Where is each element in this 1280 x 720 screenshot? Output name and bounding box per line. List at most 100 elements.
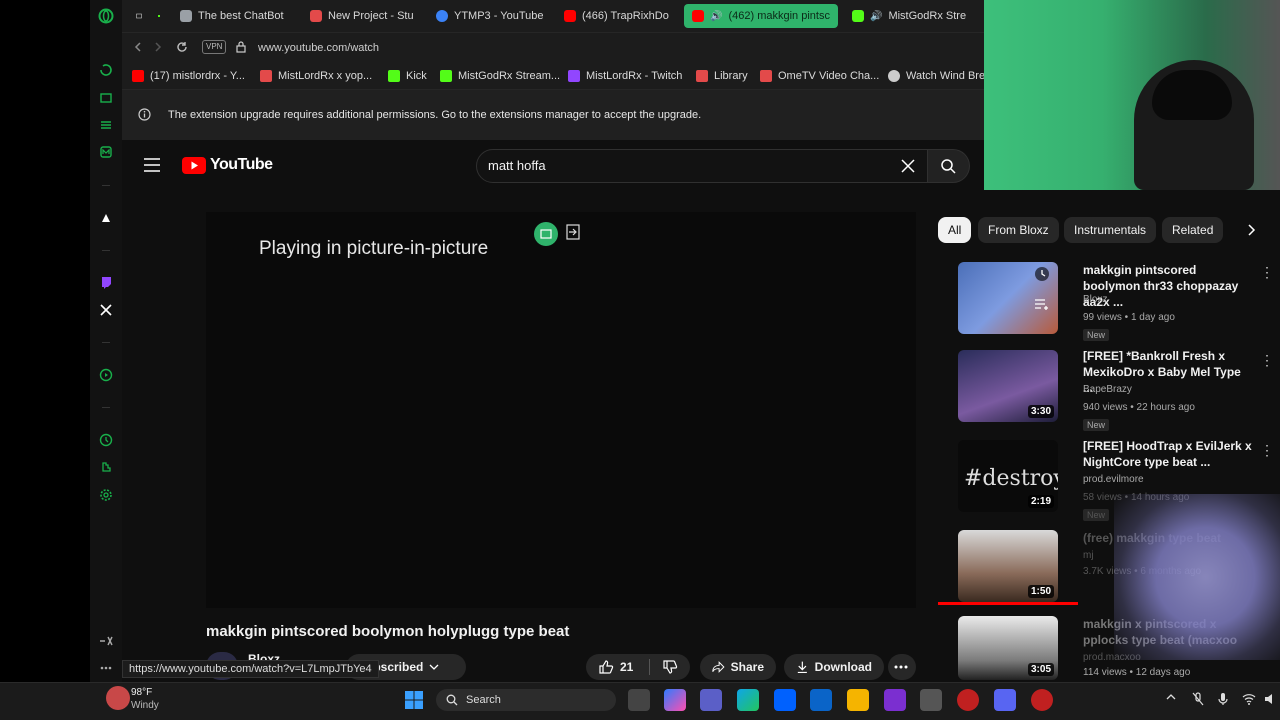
edge-icon[interactable]	[737, 689, 759, 711]
like-button[interactable]: 21	[598, 659, 633, 675]
url-field[interactable]: www.youtube.com/watch	[258, 42, 379, 54]
bookmark-7[interactable]: Watch Wind Brea	[888, 68, 991, 84]
pip-extension-icon[interactable]	[534, 222, 558, 246]
watch-later-clock-icon[interactable]	[1034, 266, 1050, 282]
video-thumbnail[interactable]: 1:50	[958, 530, 1058, 602]
search-button[interactable]	[928, 149, 970, 183]
dropbox-icon[interactable]	[774, 689, 796, 711]
tab-5[interactable]: 🔊 MistGodRx Stre	[844, 4, 984, 28]
speaker-icon[interactable]: 🔊	[710, 11, 722, 22]
tab-4-active[interactable]: 🔊 (462) makkgin pintsc	[684, 4, 838, 28]
outlook-icon[interactable]	[810, 689, 832, 711]
bookmark-5[interactable]: Library	[696, 68, 748, 84]
opera-logo-icon[interactable]	[97, 7, 115, 25]
chip-instrumentals[interactable]: Instrumentals	[1064, 217, 1157, 243]
bookmark-2[interactable]: Kick	[388, 68, 427, 84]
list-item[interactable]: 3:30 [FREE] *Bankroll Fresh x MexikoDro …	[938, 349, 1280, 440]
tab-kick-pinned[interactable]	[150, 4, 168, 28]
video-thumbnail[interactable]: 3:30	[958, 350, 1058, 422]
recommendation-channel[interactable]: prod.evilmore	[1083, 474, 1144, 485]
recommendation-channel[interactable]: Bloxz	[1083, 294, 1107, 305]
back-arrow-icon[interactable]	[132, 41, 144, 53]
more-actions-button[interactable]	[888, 654, 916, 680]
tab-opera-menu[interactable]	[128, 4, 150, 28]
bookmark-4[interactable]: MistLordRx - Twitch	[568, 68, 682, 84]
opera-gx-taskbar-icon[interactable]	[957, 689, 979, 711]
wifi-icon[interactable]	[1242, 693, 1256, 705]
clipchamp-icon[interactable]	[884, 689, 906, 711]
twitch-icon[interactable]	[97, 273, 115, 291]
list-item[interactable]: makkgin pintscored boolymon thr33 choppa…	[938, 262, 1280, 352]
extensions-icon[interactable]	[97, 458, 115, 476]
history-icon[interactable]	[97, 431, 115, 449]
teams-icon[interactable]	[700, 689, 722, 711]
forward-arrow-icon[interactable]	[152, 41, 164, 53]
volume-icon[interactable]	[1264, 692, 1278, 706]
bookmark-3[interactable]: MistGodRx Stream...	[440, 68, 560, 84]
dislike-button[interactable]	[662, 659, 678, 675]
windows-start-icon[interactable]	[403, 689, 425, 711]
like-dislike-group: 21	[586, 654, 690, 680]
more-dots-icon[interactable]	[97, 659, 115, 677]
info-message: The extension upgrade requires additiona…	[168, 109, 702, 121]
recommendation-channel[interactable]: BapeBrazy	[1083, 384, 1132, 395]
bookmark-0[interactable]: (17) mistlordrx - Y...	[132, 68, 245, 84]
video-thumbnail[interactable]	[958, 262, 1058, 334]
youtube-logo[interactable]: YouTube	[182, 156, 273, 174]
aria-icon[interactable]	[97, 61, 115, 79]
microphone-icon[interactable]	[1218, 692, 1228, 706]
recommendation-title[interactable]: [FREE] HoodTrap x EvilJerk x NightCore t…	[1083, 438, 1253, 470]
search-box[interactable]: matt hoffa	[476, 149, 928, 183]
tab-3[interactable]: (466) TrapRixhDo	[556, 4, 676, 28]
video-thumbnail[interactable]: 3:05	[958, 616, 1058, 680]
weather-desc[interactable]: Windy	[131, 700, 159, 711]
new-badge: New	[1083, 509, 1110, 521]
weather-temp[interactable]: 98°F	[131, 687, 152, 698]
reload-icon[interactable]	[176, 41, 188, 53]
opera-gx-alt-icon[interactable]	[1031, 689, 1053, 711]
copilot-icon[interactable]	[664, 689, 686, 711]
tab-0[interactable]: The best ChatBot	[172, 4, 294, 28]
discord-icon[interactable]	[994, 689, 1016, 711]
taskbar-search[interactable]: Search	[436, 689, 616, 711]
crypto-wallet-icon[interactable]	[97, 89, 115, 107]
video-player[interactable]: Playing in picture-in-picture	[206, 212, 916, 608]
vpn-badge[interactable]: VPN	[202, 40, 227, 54]
chevron-up-icon[interactable]	[1166, 694, 1176, 700]
settings-gear-icon[interactable]	[97, 486, 115, 504]
recommendation-title[interactable]: makkgin pintscored boolymon thr33 choppa…	[1083, 262, 1253, 310]
add-to-queue-icon[interactable]	[1034, 298, 1050, 310]
kebab-menu-icon[interactable]: ⋮	[1260, 264, 1274, 281]
search-input[interactable]: matt hoffa	[488, 158, 546, 173]
share-button[interactable]: Share	[700, 654, 776, 680]
kebab-menu-icon[interactable]: ⋮	[1260, 352, 1274, 369]
workspaces-icon[interactable]	[97, 116, 115, 134]
tab-1[interactable]: New Project - Stu	[302, 4, 422, 28]
camera-icon[interactable]	[920, 689, 942, 711]
tab-2[interactable]: YTMP3 - YouTube	[428, 4, 550, 28]
lock-icon[interactable]	[236, 41, 246, 53]
video-thumbnail[interactable]: #destroy 2:19	[958, 440, 1058, 512]
hamburger-menu-icon[interactable]	[144, 158, 160, 172]
chevron-right-icon[interactable]	[1246, 224, 1256, 236]
file-explorer-icon[interactable]	[847, 689, 869, 711]
messenger-icon[interactable]	[97, 143, 115, 161]
bookmark-6[interactable]: OmeTV Video Cha...	[760, 68, 879, 84]
pip-exit-icon[interactable]	[566, 224, 580, 240]
recommendation-channel[interactable]: mj	[1083, 550, 1094, 561]
bookmark-1[interactable]: MistLordRx x yop...	[260, 68, 372, 84]
x-twitter-icon[interactable]	[97, 301, 115, 319]
chip-from-bloxz[interactable]: From Bloxz	[978, 217, 1059, 243]
mic-muted-icon[interactable]	[1192, 692, 1204, 706]
music-player-icon[interactable]	[97, 209, 115, 227]
gx-corner-icon[interactable]	[97, 632, 115, 650]
chip-related[interactable]: Related	[1162, 217, 1224, 243]
player-icon[interactable]	[97, 366, 115, 384]
clear-search-icon[interactable]	[901, 159, 915, 173]
task-view-icon[interactable]	[628, 689, 650, 711]
kebab-menu-icon[interactable]: ⋮	[1260, 442, 1274, 459]
download-button[interactable]: Download	[784, 654, 884, 680]
speaker-icon[interactable]: 🔊	[870, 11, 882, 22]
chip-all[interactable]: All	[938, 217, 972, 243]
weather-icon[interactable]	[106, 686, 130, 710]
